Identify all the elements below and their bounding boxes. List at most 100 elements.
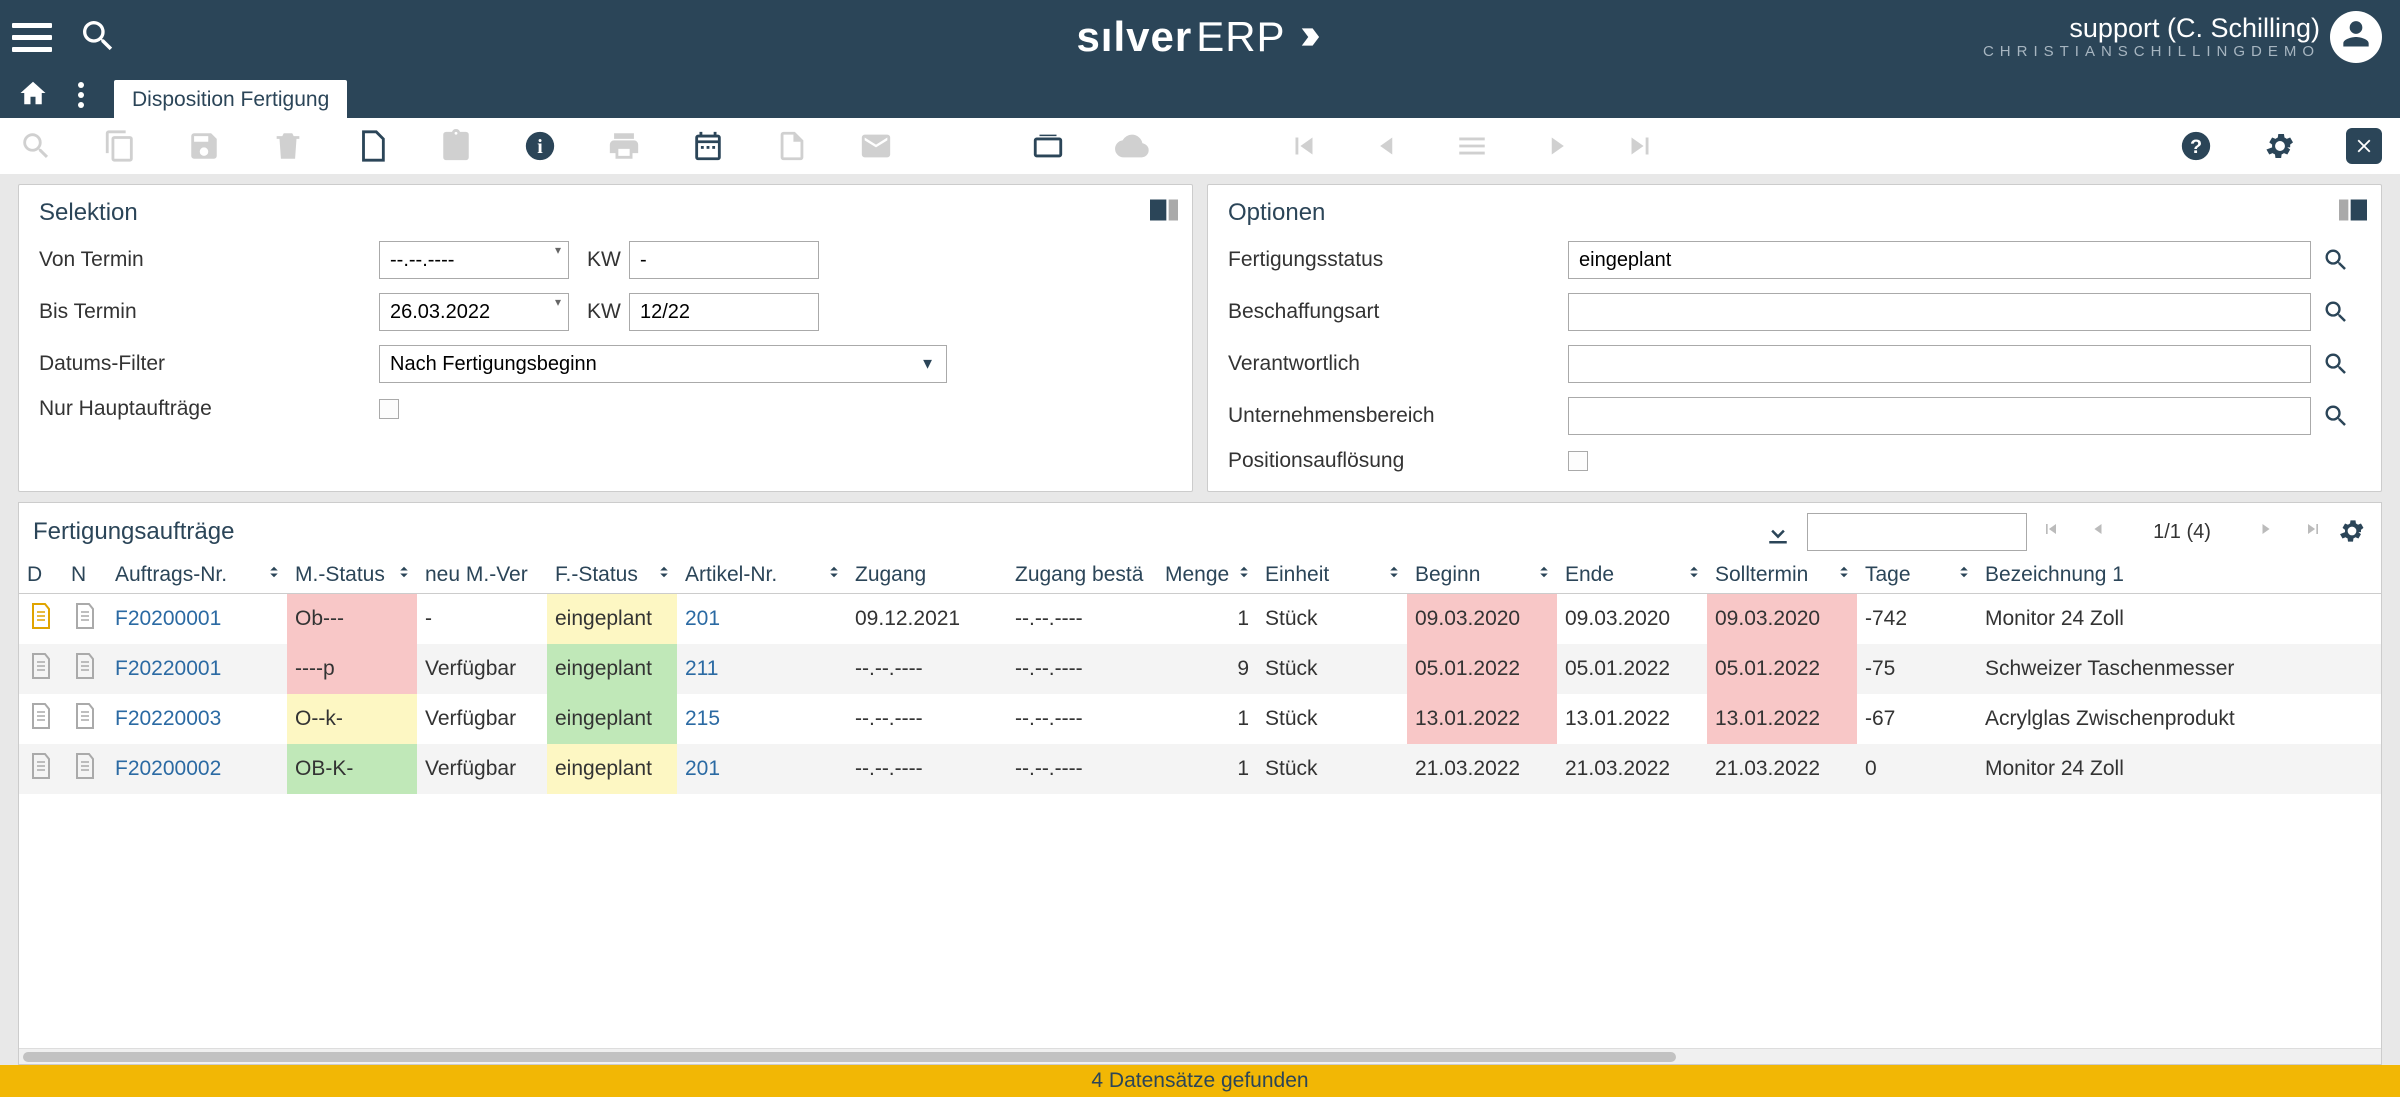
toolbar-list-icon[interactable]: [1454, 128, 1490, 164]
artikel-nr[interactable]: 211: [677, 644, 847, 694]
column-header[interactable]: Menge: [1157, 557, 1257, 594]
sort-icon[interactable]: [1685, 563, 1703, 587]
sort-icon[interactable]: [395, 563, 413, 587]
toolbar-copy-icon[interactable]: [102, 128, 138, 164]
toolbar-calendar-icon[interactable]: [690, 128, 726, 164]
toolbar-print-icon[interactable]: [606, 128, 642, 164]
column-header[interactable]: Ende: [1557, 557, 1707, 594]
column-header[interactable]: Tage: [1857, 557, 1977, 594]
lookup-icon[interactable]: [2311, 298, 2361, 326]
doc-n-icon[interactable]: [63, 744, 107, 794]
pager-next-icon[interactable]: [2255, 519, 2275, 545]
pager-last-icon[interactable]: [2303, 519, 2323, 545]
toolbar-note-icon[interactable]: [774, 128, 810, 164]
column-header[interactable]: N: [63, 557, 107, 594]
auftrags-nr[interactable]: F20200001: [107, 594, 287, 645]
toolbar-first-icon[interactable]: [1286, 128, 1322, 164]
toolbar-delete-icon[interactable]: [270, 128, 306, 164]
doc-d-icon[interactable]: [19, 594, 63, 645]
column-header[interactable]: Auftrags-Nr.: [107, 557, 287, 594]
auftrags-nr[interactable]: F20220001: [107, 644, 287, 694]
table-row[interactable]: F20220001----pVerfügbareingeplant211--.-…: [19, 644, 2381, 694]
verantwortlich-input[interactable]: [1568, 345, 2311, 383]
table-row[interactable]: F20220003O--k-Verfügbareingeplant215--.-…: [19, 694, 2381, 744]
panel-toggle-icon[interactable]: [1150, 199, 1178, 224]
sort-icon[interactable]: [265, 563, 283, 587]
menu-hamburger-icon[interactable]: [12, 17, 52, 57]
table-search-input[interactable]: [1807, 513, 2027, 551]
datums-filter-select[interactable]: [379, 345, 947, 383]
pager-first-icon[interactable]: [2041, 519, 2061, 545]
toolbar-gear-icon[interactable]: [2262, 128, 2298, 164]
fertigungsstatus-input[interactable]: [1568, 241, 2311, 279]
search-icon[interactable]: [78, 16, 118, 59]
doc-d-icon[interactable]: [19, 694, 63, 744]
pager-prev-icon[interactable]: [2089, 519, 2109, 545]
brand-logo: sılverERP: [1076, 13, 1323, 61]
doc-d-icon[interactable]: [19, 744, 63, 794]
bis-kw-input[interactable]: [629, 293, 819, 331]
sort-icon[interactable]: [825, 563, 843, 587]
toolbar-save-icon[interactable]: [186, 128, 222, 164]
auftrags-nr[interactable]: F20220003: [107, 694, 287, 744]
column-header[interactable]: Solltermin: [1707, 557, 1857, 594]
toolbar-document-icon[interactable]: [354, 128, 390, 164]
column-header[interactable]: M.-Status: [287, 557, 417, 594]
column-header[interactable]: Zugang: [847, 557, 1007, 594]
toolbar-search-icon[interactable]: [18, 128, 54, 164]
active-tab[interactable]: Disposition Fertigung: [114, 80, 347, 118]
column-header[interactable]: Einheit: [1257, 557, 1407, 594]
column-header[interactable]: neu M.-Ver: [417, 557, 547, 594]
horizontal-scrollbar[interactable]: [19, 1048, 2381, 1064]
artikel-nr[interactable]: 215: [677, 694, 847, 744]
column-header[interactable]: Zugang bestä: [1007, 557, 1157, 594]
doc-n-icon[interactable]: [63, 594, 107, 645]
lookup-icon[interactable]: [2311, 402, 2361, 430]
unternehmensbereich-input[interactable]: [1568, 397, 2311, 435]
auftrags-nr[interactable]: F20200002: [107, 744, 287, 794]
download-icon[interactable]: [1763, 516, 1793, 549]
panel-toggle-icon[interactable]: [2339, 199, 2367, 224]
von-kw-input[interactable]: [629, 241, 819, 279]
lookup-icon[interactable]: [2311, 350, 2361, 378]
toolbar-close-icon[interactable]: [2346, 128, 2382, 164]
toolbar-help-icon[interactable]: ?: [2178, 128, 2214, 164]
avatar-icon[interactable]: [2330, 11, 2382, 63]
sort-icon[interactable]: [1385, 563, 1403, 587]
toolbar-clipboard-icon[interactable]: [438, 128, 474, 164]
home-icon[interactable]: [18, 78, 48, 118]
positionsaufloesung-checkbox[interactable]: [1568, 451, 1588, 471]
column-header[interactable]: Artikel-Nr.: [677, 557, 847, 594]
table-row[interactable]: F20200001Ob----eingeplant20109.12.2021--…: [19, 594, 2381, 645]
toolbar-archive-icon[interactable]: [1030, 128, 1066, 164]
column-header[interactable]: Bezeichnung 1: [1977, 557, 2381, 594]
von-termin-input[interactable]: [379, 241, 569, 279]
sort-icon[interactable]: [1235, 563, 1253, 587]
column-header[interactable]: Beginn: [1407, 557, 1557, 594]
more-vert-icon[interactable]: [78, 82, 84, 108]
sort-icon[interactable]: [1835, 563, 1853, 587]
sort-icon[interactable]: [1955, 563, 1973, 587]
beschaffungsart-input[interactable]: [1568, 293, 2311, 331]
artikel-nr[interactable]: 201: [677, 594, 847, 645]
nur-haupt-checkbox[interactable]: [379, 399, 399, 419]
column-header[interactable]: F.-Status: [547, 557, 677, 594]
sort-icon[interactable]: [1535, 563, 1553, 587]
user-info[interactable]: support (C. Schilling) CHRISTIANSCHILLIN…: [1983, 14, 2320, 60]
bis-termin-input[interactable]: [379, 293, 569, 331]
artikel-nr[interactable]: 201: [677, 744, 847, 794]
doc-n-icon[interactable]: [63, 644, 107, 694]
toolbar-cloud-icon[interactable]: [1114, 128, 1150, 164]
toolbar-prev-icon[interactable]: [1370, 128, 1406, 164]
toolbar-info-icon[interactable]: i: [522, 128, 558, 164]
toolbar-last-icon[interactable]: [1622, 128, 1658, 164]
toolbar-mail-icon[interactable]: [858, 128, 894, 164]
doc-d-icon[interactable]: [19, 644, 63, 694]
table-row[interactable]: F20200002OB-K-Verfügbareingeplant201--.-…: [19, 744, 2381, 794]
toolbar-next-icon[interactable]: [1538, 128, 1574, 164]
sort-icon[interactable]: [655, 563, 673, 587]
doc-n-icon[interactable]: [63, 694, 107, 744]
lookup-icon[interactable]: [2311, 246, 2361, 274]
column-header[interactable]: D: [19, 557, 63, 594]
table-gear-icon[interactable]: [2337, 516, 2367, 549]
